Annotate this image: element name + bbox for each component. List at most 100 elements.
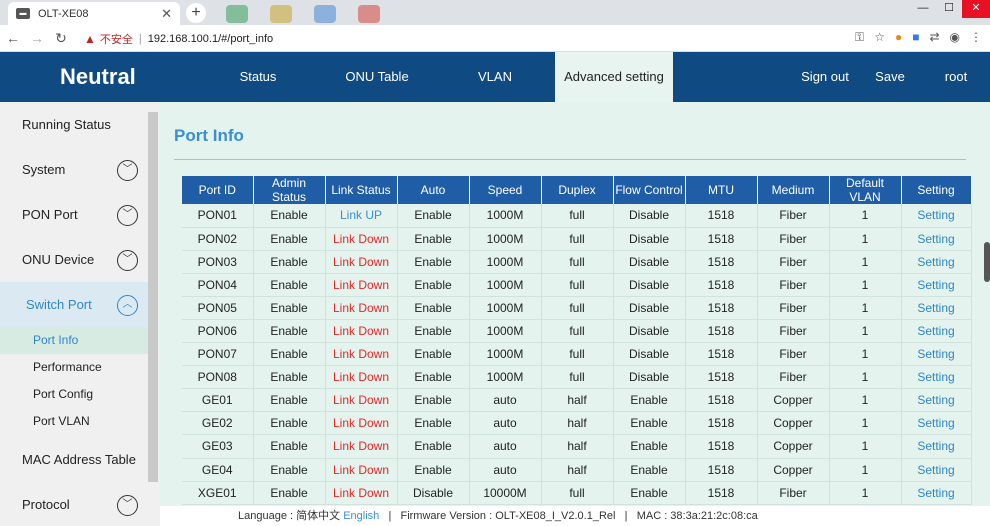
port-id-cell: PON02 — [182, 227, 254, 251]
sidebar-scrollbar[interactable] — [148, 112, 158, 482]
sidebar-item-switch-port[interactable]: Switch Port ︿ — [0, 282, 148, 327]
port-id-cell: PON08 — [182, 365, 254, 390]
setting-link-cell[interactable]: Setting — [901, 434, 972, 459]
app-header: Neutral Status ONU Table VLAN Advanced s… — [0, 52, 990, 102]
mtu-cell: 1518 — [685, 411, 758, 436]
user-menu[interactable]: root — [938, 52, 974, 102]
setting-link-cell[interactable]: Setting — [901, 319, 972, 344]
browser-tab-bar: ▬ OLT-XE08 ✕ + — ☐ ✕ — [0, 0, 990, 25]
flow-control-cell: Disable — [613, 204, 686, 228]
sidebar-subitem-port-vlan[interactable]: Port VLAN — [0, 408, 148, 435]
medium-cell: Copper — [757, 411, 830, 436]
medium-cell: Copper — [757, 388, 830, 413]
back-arrow-icon[interactable]: ← — [2, 30, 24, 46]
nav-vlan[interactable]: VLAN — [460, 52, 530, 102]
sidebar-item-mac-address-table[interactable]: MAC Address Table — [0, 437, 148, 482]
default-vlan-cell: 1 — [829, 434, 902, 459]
column-header: Link Status — [325, 176, 398, 204]
nav-status[interactable]: Status — [218, 52, 298, 102]
sidebar-subitem-port-config[interactable]: Port Config — [0, 381, 148, 408]
port-id-cell: GE02 — [182, 411, 254, 436]
main-content: Port Info Port ID Admin Status Link Stat… — [160, 102, 990, 526]
language-english-link[interactable]: English — [343, 510, 379, 522]
setting-link-cell[interactable]: Setting — [901, 204, 972, 228]
chevron-down-icon[interactable]: ﹀ — [117, 205, 138, 226]
duplex-cell: full — [541, 204, 614, 228]
medium-cell: Fiber — [757, 481, 830, 505]
sidebar: Running Status System ﹀ PON Port ﹀ ONU D… — [0, 102, 160, 526]
setting-link-cell[interactable]: Setting — [901, 411, 972, 436]
extension-icon[interactable]: ● — [895, 30, 902, 45]
maximize-button[interactable]: ☐ — [936, 0, 962, 18]
setting-link-cell[interactable]: Setting — [901, 296, 972, 320]
reload-icon[interactable]: ↻ — [50, 30, 72, 47]
setting-link-cell[interactable]: Setting — [901, 481, 972, 505]
nav-onu-table[interactable]: ONU Table — [332, 52, 422, 102]
minimize-button[interactable]: — — [910, 0, 936, 18]
duplex-cell: full — [541, 481, 614, 505]
default-vlan-cell: 1 — [829, 411, 902, 436]
auto-cell: Enable — [397, 411, 470, 436]
admin-status-cell: Enable — [253, 273, 326, 297]
setting-link-cell[interactable]: Setting — [901, 273, 972, 297]
setting-link-cell[interactable]: Setting — [901, 227, 972, 251]
star-icon[interactable]: ☆ — [874, 30, 885, 45]
sidebar-item-label: MAC Address Table — [22, 452, 136, 467]
default-vlan-cell: 1 — [829, 365, 902, 390]
setting-link-cell[interactable]: Setting — [901, 365, 972, 390]
sidebar-item-system[interactable]: System ﹀ — [0, 147, 148, 192]
toolbar-icons: ⚿ ☆ ● ■ ⇄ ◉ ⋮ — [855, 30, 982, 45]
column-header: Duplex — [541, 176, 614, 204]
chevron-down-icon[interactable]: ﹀ — [117, 250, 138, 271]
new-tab-button[interactable]: + — [186, 3, 206, 23]
key-icon[interactable]: ⚿ — [855, 30, 864, 45]
chevron-down-icon[interactable]: ﹀ — [117, 495, 138, 516]
sidebar-subitem-port-info[interactable]: Port Info — [0, 327, 148, 354]
admin-status-cell: Enable — [253, 319, 326, 344]
admin-status-cell: Enable — [253, 388, 326, 413]
sidebar-subitem-performance[interactable]: Performance — [0, 354, 148, 381]
column-header: Speed — [469, 176, 542, 204]
sidebar-item-running-status[interactable]: Running Status — [0, 102, 148, 147]
footer: Language : 简体中文 English | Firmware Versi… — [160, 506, 990, 526]
default-vlan-cell: 1 — [829, 204, 902, 228]
sidebar-item-pon-port[interactable]: PON Port ﹀ — [0, 192, 148, 237]
speed-cell: 1000M — [469, 273, 542, 297]
setting-link-cell[interactable]: Setting — [901, 250, 972, 274]
close-window-button[interactable]: ✕ — [962, 0, 990, 18]
sidebar-item-onu-device[interactable]: ONU Device ﹀ — [0, 237, 148, 282]
default-vlan-cell: 1 — [829, 296, 902, 320]
sidebar-item-protocol[interactable]: Protocol ﹀ — [0, 482, 148, 526]
setting-link-cell[interactable]: Setting — [901, 388, 972, 413]
default-vlan-cell: 1 — [829, 319, 902, 344]
url-text: 192.168.100.1/#/port_info — [147, 32, 274, 45]
admin-status-cell: Enable — [253, 458, 326, 482]
mtu-cell: 1518 — [685, 204, 758, 228]
port-id-cell: GE04 — [182, 458, 254, 482]
forward-arrow-icon[interactable]: → — [26, 30, 48, 46]
chevron-down-icon[interactable]: ﹀ — [117, 160, 138, 181]
save-button[interactable]: Save — [870, 52, 910, 102]
nav-advanced-setting[interactable]: Advanced setting — [555, 52, 673, 102]
setting-link-cell[interactable]: Setting — [901, 458, 972, 482]
mac-address: MAC : 38:3a:21:2c:08:ca — [636, 510, 758, 522]
port-info-table: Port ID Admin Status Link Status Auto Sp… — [182, 176, 972, 505]
speed-cell: 1000M — [469, 365, 542, 390]
auto-cell: Enable — [397, 434, 470, 459]
sign-out-button[interactable]: Sign out — [795, 52, 855, 102]
page-scrollbar[interactable] — [984, 242, 990, 282]
tab-close-icon[interactable]: ✕ — [161, 6, 172, 22]
medium-cell: Fiber — [757, 204, 830, 228]
port-id-cell: XGE01 — [182, 481, 254, 505]
speed-cell: 1000M — [469, 296, 542, 320]
profile-avatar-icon[interactable]: ◉ — [950, 30, 960, 45]
url-field[interactable]: ▲ 不安全 | 192.168.100.1/#/port_info — [84, 29, 864, 48]
chevron-up-icon[interactable]: ︿ — [117, 295, 138, 316]
sync-icon[interactable]: ⇄ — [929, 30, 939, 45]
translate-icon[interactable]: ■ — [912, 30, 919, 45]
table-row: PON02 Enable Link Down Enable 1000M full Disab… — [182, 227, 972, 251]
flow-control-cell: Disable — [613, 227, 686, 251]
setting-link-cell[interactable]: Setting — [901, 342, 972, 367]
menu-dots-icon[interactable]: ⋮ — [970, 30, 982, 45]
browser-tab[interactable]: ▬ OLT-XE08 ✕ — [8, 2, 180, 25]
